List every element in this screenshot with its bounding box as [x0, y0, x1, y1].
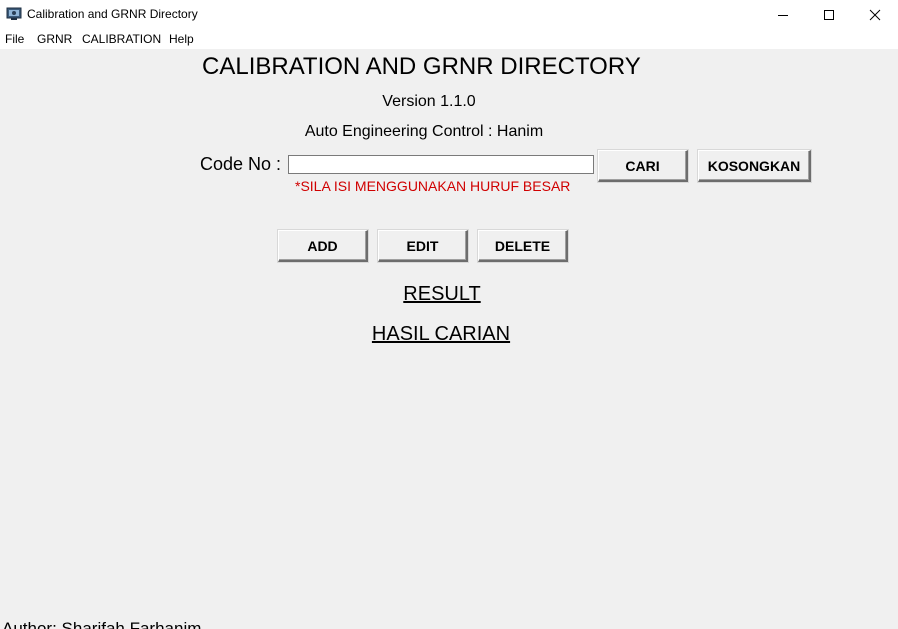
title-bar: Calibration and GRNR Directory — [0, 0, 898, 30]
code-no-label: Code No : — [200, 154, 282, 174]
menu-bar: File GRNR CALIBRATION Help — [0, 30, 898, 49]
control-label: Auto Engineering Control : Hanim — [304, 123, 544, 140]
menu-grnr[interactable]: GRNR — [37, 32, 72, 46]
maximize-button[interactable] — [806, 0, 852, 30]
cari-button[interactable]: CARI — [598, 150, 688, 182]
result-heading: RESULT — [403, 283, 481, 305]
menu-calibration[interactable]: CALIBRATION — [82, 32, 161, 46]
close-icon — [869, 9, 881, 21]
menu-help[interactable]: Help — [169, 32, 194, 46]
kosongkan-button[interactable]: KOSONGKAN — [698, 150, 811, 182]
author-label: Author: Sharifah Farhanim — [2, 619, 202, 629]
delete-button[interactable]: DELETE — [478, 230, 568, 262]
hasil-carian-heading: HASIL CARIAN — [371, 323, 511, 345]
maximize-icon — [824, 10, 834, 20]
page-title: CALIBRATION AND GRNR DIRECTORY — [202, 53, 641, 80]
add-button[interactable]: ADD — [278, 230, 368, 262]
minimize-button[interactable] — [760, 0, 806, 30]
version-label: Version 1.1.0 — [382, 93, 476, 110]
app-icon — [6, 7, 22, 21]
app-window: Calibration and GRNR Directory File GRNR… — [0, 0, 898, 629]
menu-file[interactable]: File — [5, 32, 24, 46]
code-no-input[interactable] — [288, 155, 594, 174]
uppercase-warning: *SILA ISI MENGGUNAKAN HURUF BESAR — [295, 178, 571, 194]
minimize-icon — [778, 15, 788, 16]
close-button[interactable] — [852, 0, 898, 30]
edit-button[interactable]: EDIT — [378, 230, 468, 262]
window-title: Calibration and GRNR Directory — [27, 7, 198, 21]
